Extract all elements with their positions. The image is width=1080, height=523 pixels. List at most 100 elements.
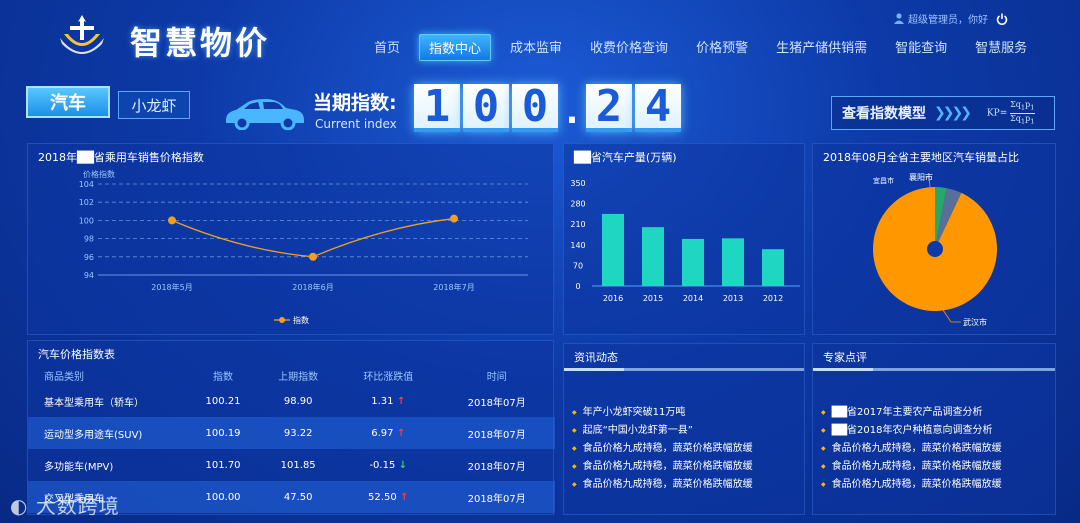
series-line (171, 217, 455, 258)
list-item[interactable]: 年产小龙虾突破11万吨 (572, 404, 753, 422)
list-item[interactable]: 食品价格九成持稳，蔬菜价格跌幅放缓 (572, 476, 753, 494)
list-item[interactable]: 食品价格九成持稳，蔬菜价格跌幅放缓 (821, 458, 1002, 476)
view-index-model-button[interactable]: 查看指数模型 ❯❯❯❯ KP= Σq1p1 Σq1p1 (831, 96, 1055, 130)
cell-change: -0.15 ↓ (369, 459, 408, 471)
emblem-icon (60, 15, 104, 54)
app-title: 智慧物价 (130, 24, 271, 62)
bar (642, 227, 664, 286)
y-tick-label: 102 (79, 198, 94, 207)
expert-tab-underline (813, 368, 1055, 371)
table-row: 运动型多用途车(SUV) 100.19 93.22 6.97 ↑ 2018年07月 (28, 417, 555, 449)
cell-index: 100.21 (205, 395, 241, 407)
col-index: 指数 (213, 371, 234, 383)
col-time: 时间 (486, 371, 507, 383)
x-tick-label: 2018年6月 (292, 282, 333, 292)
watermark: ◐ 大数跨境 (10, 490, 120, 519)
cell-name: 多功能车(MPV) (44, 461, 114, 473)
expert-list: ██省2017年主要农产品调查分析 ██省2018年农户种植意向调查分析 食品价… (821, 404, 1002, 494)
power-icon[interactable] (996, 13, 1008, 25)
news-list: 年产小龙虾突破11万吨 起底“中国小龙虾第一县” 食品价格九成持稳，蔬菜价格跌幅… (572, 404, 753, 494)
list-item[interactable]: 食品价格九成持稳，蔬菜价格跌幅放缓 (572, 440, 753, 458)
car-price-index-table-panel: 汽车价格指数表 商品类别 指数 上期指数 环比涨跌值 时间 基本型乘用车（轿车）… (27, 340, 555, 515)
user-icon (894, 13, 904, 24)
nav-fee-query[interactable]: 收费价格查询 (581, 34, 677, 61)
index-digit: 0 (512, 81, 558, 132)
table-row: 基本型乘用车（轿车） 100.21 98.90 1.31 ↑ 2018年07月 (28, 385, 555, 417)
index-formula: KP= Σq1p1 Σq1p1 (987, 100, 1035, 126)
cell-prev: 47.50 (258, 481, 339, 513)
list-item[interactable]: 食品价格九成持稳，蔬菜价格跌幅放缓 (572, 458, 753, 476)
index-decimal-point: . (561, 91, 583, 132)
x-tick-label: 2016 (603, 294, 623, 303)
cell-time: 2018年07月 (438, 481, 555, 513)
cell-index: 100.19 (188, 417, 259, 449)
category-car-button[interactable]: 汽车 (26, 86, 110, 118)
y-tick-label: 280 (570, 200, 585, 209)
cell-name: 基本型乘用车（轿车） (44, 397, 144, 409)
nav-index-center[interactable]: 指数中心 (419, 34, 492, 61)
bar (602, 213, 624, 286)
x-tick-label: 2013 (723, 294, 743, 303)
label-leader (942, 309, 961, 323)
car-price-index-table-title: 汽车价格指数表 (38, 348, 115, 361)
expert-review-panel: 专家点评 ██省2017年主要农产品调查分析 ██省2018年农户种植意向调查分… (812, 343, 1056, 515)
bar (722, 238, 744, 286)
x-tick-label: 2014 (683, 294, 703, 303)
list-item[interactable]: 食品价格九成持稳，蔬菜价格跌幅放缓 (821, 440, 1002, 458)
pie-label: 襄阳市 (909, 172, 933, 182)
data-point (450, 214, 458, 223)
cell-change: 52.50 ↑ (338, 481, 439, 513)
x-tick-label: 2018年7月 (433, 282, 474, 292)
col-prev-index: 上期指数 (278, 371, 319, 383)
list-item[interactable]: 食品价格九成持稳，蔬菜价格跌幅放缓 (821, 476, 1002, 494)
x-tick-label: 2018年5月 (151, 282, 192, 292)
list-item[interactable]: 起底“中国小龙虾第一县” (572, 422, 753, 440)
nav-home[interactable]: 首页 (365, 34, 409, 61)
nav-hog-supply[interactable]: 生猪产储供销需 (767, 34, 876, 61)
cell-time: 2018年07月 (467, 397, 526, 409)
pie-label: 宜昌市 (873, 176, 894, 185)
cell-index: 101.70 (205, 459, 241, 471)
y-tick-label: 210 (570, 220, 585, 229)
category-crayfish-button[interactable]: 小龙虾 (118, 91, 190, 119)
cell-time: 2018年07月 (467, 461, 526, 473)
news-panel: 资讯动态 年产小龙虾突破11万吨 起底“中国小龙虾第一县” 食品价格九成持稳，蔬… (563, 343, 805, 515)
legend-label: 指数 (293, 315, 309, 325)
user-area[interactable]: 超级管理员，你好 (894, 11, 1008, 26)
cell-prev: 101.85 (280, 459, 316, 471)
list-item[interactable]: ██省2017年主要农产品调查分析 (821, 404, 1002, 422)
sales-price-index-panel: 2018年██省乘用车销售价格指数 价格指数 94 96 98 100 102 104 201… (27, 143, 554, 335)
data-point (309, 252, 317, 261)
formula-fraction-glyph: Σq1p1 Σq1p1 (1010, 99, 1035, 126)
car-production-panel: ██省汽车产量(万辆) 0 70 140 210 280 350 2016 2015 2014 2… (563, 143, 805, 335)
pie-center-hole (927, 241, 943, 257)
view-index-model-label: 查看指数模型 (842, 106, 926, 122)
arrow-up-icon: ↑ (393, 427, 406, 439)
watermark-text: 大数跨境 (35, 494, 120, 518)
nav-cost-audit[interactable]: 成本监审 (501, 34, 571, 61)
bar (682, 238, 704, 286)
main-nav: 首页 指数中心 成本监审 收费价格查询 价格预警 生猪产储供销需 智能查询 智慧… (365, 34, 1046, 61)
data-point (168, 216, 176, 225)
nav-smart-query[interactable]: 智能查询 (886, 34, 956, 61)
cell-name: 运动型多用途车(SUV) (28, 417, 188, 449)
regional-sales-share-panel: 2018年08月全省主要地区汽车销量占比 襄阳市 宜昌市 武汉市 (812, 143, 1056, 335)
cell-prev: 93.22 (258, 417, 339, 449)
news-tab-underline (564, 368, 804, 371)
pie-label: 武汉市 (963, 317, 987, 327)
nav-price-warning[interactable]: 价格预警 (687, 34, 757, 61)
car-icon (226, 99, 304, 130)
bar (762, 249, 784, 286)
index-digit: 2 (586, 81, 632, 132)
nav-smart-service[interactable]: 智慧服务 (966, 34, 1036, 61)
arrow-down-icon: ↓ (395, 459, 408, 471)
y-tick-label: 94 (84, 271, 94, 280)
chevrons-right-icon: ❯❯❯❯ (934, 105, 972, 121)
index-digit: 0 (463, 81, 509, 132)
list-item[interactable]: ██省2018年农户种植意向调查分析 (821, 422, 1002, 440)
news-title: 资讯动态 (574, 351, 618, 364)
y-tick-label: 98 (84, 235, 94, 244)
col-category: 商品类别 (44, 371, 84, 383)
legend-marker (279, 317, 285, 323)
current-index-value: 1 0 0 . 2 4 (414, 81, 681, 132)
